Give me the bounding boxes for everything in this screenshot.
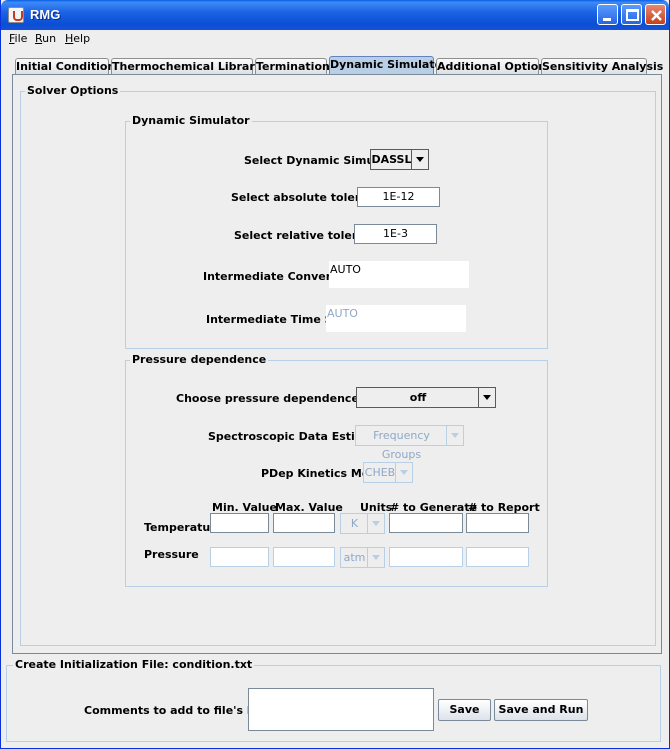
chevron-down-icon[interactable]	[446, 426, 463, 445]
menu-help[interactable]: Help	[65, 32, 90, 45]
menu-run[interactable]: Run	[35, 32, 56, 45]
pressure-report-field[interactable]	[466, 547, 529, 567]
tab-initial-conditions[interactable]: Initial Conditions	[15, 58, 122, 75]
temperature-report-field[interactable]	[466, 513, 529, 533]
title-bar[interactable]: RMG	[1, 0, 669, 30]
int-conversions-field[interactable]: AUTO	[329, 261, 469, 288]
pressure-max-field[interactable]	[273, 547, 335, 567]
maximize-button[interactable]	[621, 4, 642, 25]
dynamic-simulator-panel: Solver Options Dynamic Simulator Select …	[12, 74, 662, 654]
init-file-group: Create Initialization File: condition.tx…	[6, 658, 661, 742]
comments-field[interactable]	[248, 688, 434, 731]
spectroscopic-select[interactable]: Frequency Groups	[355, 425, 464, 461]
pressure-label: Pressure	[144, 548, 199, 561]
minimize-button[interactable]	[597, 4, 618, 25]
tab-dynamic-simulator[interactable]: Dynamic Simulator	[329, 56, 448, 75]
temperature-units-value: K	[350, 517, 359, 530]
pressure-dependence-group: Pressure dependence Choose pressure depe…	[125, 353, 548, 587]
window-title: RMG	[30, 7, 61, 22]
menu-bar: File Run Help	[1, 30, 669, 48]
temperature-max-field[interactable]	[273, 513, 335, 533]
dynamic-simulator-group: Dynamic Simulator Select Dynamic Simulat…	[125, 114, 548, 349]
temperature-generate-field[interactable]	[389, 513, 463, 533]
tab-thermochemical-libraries[interactable]: Thermochemical Libraries	[111, 58, 273, 75]
kinetics-model-select[interactable]: CHEB	[363, 462, 413, 483]
rmg-window: RMG File Run Help Initial Conditions The…	[0, 0, 670, 749]
chevron-down-icon[interactable]	[478, 388, 495, 407]
menu-file[interactable]: File	[9, 32, 27, 45]
kinetics-model-value: CHEB	[364, 466, 396, 479]
tab-termination[interactable]: Termination	[255, 58, 330, 75]
pdep-model-select[interactable]: off	[356, 387, 496, 408]
chevron-down-icon[interactable]	[395, 463, 412, 482]
pdep-model-value: off	[409, 391, 427, 404]
simulator-select-value: DASSL	[371, 153, 412, 166]
temperature-units-select[interactable]: K	[340, 513, 385, 534]
pressure-units-value: atm	[343, 551, 366, 564]
pressure-units-select[interactable]: atm	[340, 547, 385, 568]
init-file-legend: Create Initialization File: condition.tx…	[13, 658, 255, 671]
int-time-steps-field[interactable]: AUTO	[326, 305, 466, 332]
spectroscopic-value: Frequency Groups	[373, 429, 430, 461]
chevron-down-icon[interactable]	[367, 514, 384, 533]
tab-additional-options[interactable]: Additional Options	[436, 58, 553, 75]
dynamic-simulator-legend: Dynamic Simulator	[130, 114, 252, 127]
tab-strip: Initial Conditions Thermochemical Librar…	[1, 56, 669, 76]
solver-options-legend: Solver Options	[25, 84, 121, 97]
save-and-run-button[interactable]: Save and Run	[494, 699, 588, 721]
chevron-down-icon[interactable]	[367, 548, 384, 567]
tab-sensitivity-analysis[interactable]: Sensitivity Analysis	[541, 58, 663, 75]
pressure-generate-field[interactable]	[389, 547, 463, 567]
simulator-select[interactable]: DASSL	[370, 149, 429, 170]
temperature-min-field[interactable]	[210, 513, 269, 533]
rel-tolerance-field[interactable]: 1E-3	[354, 224, 437, 244]
java-app-icon	[8, 7, 24, 23]
chevron-down-icon[interactable]	[411, 150, 428, 169]
abs-tolerance-field[interactable]: 1E-12	[357, 187, 440, 207]
solver-options-group: Solver Options Dynamic Simulator Select …	[20, 84, 656, 646]
save-button[interactable]: Save	[438, 699, 491, 721]
pressure-min-field[interactable]	[210, 547, 269, 567]
close-button[interactable]	[645, 4, 666, 25]
pressure-dependence-legend: Pressure dependence	[130, 353, 269, 366]
